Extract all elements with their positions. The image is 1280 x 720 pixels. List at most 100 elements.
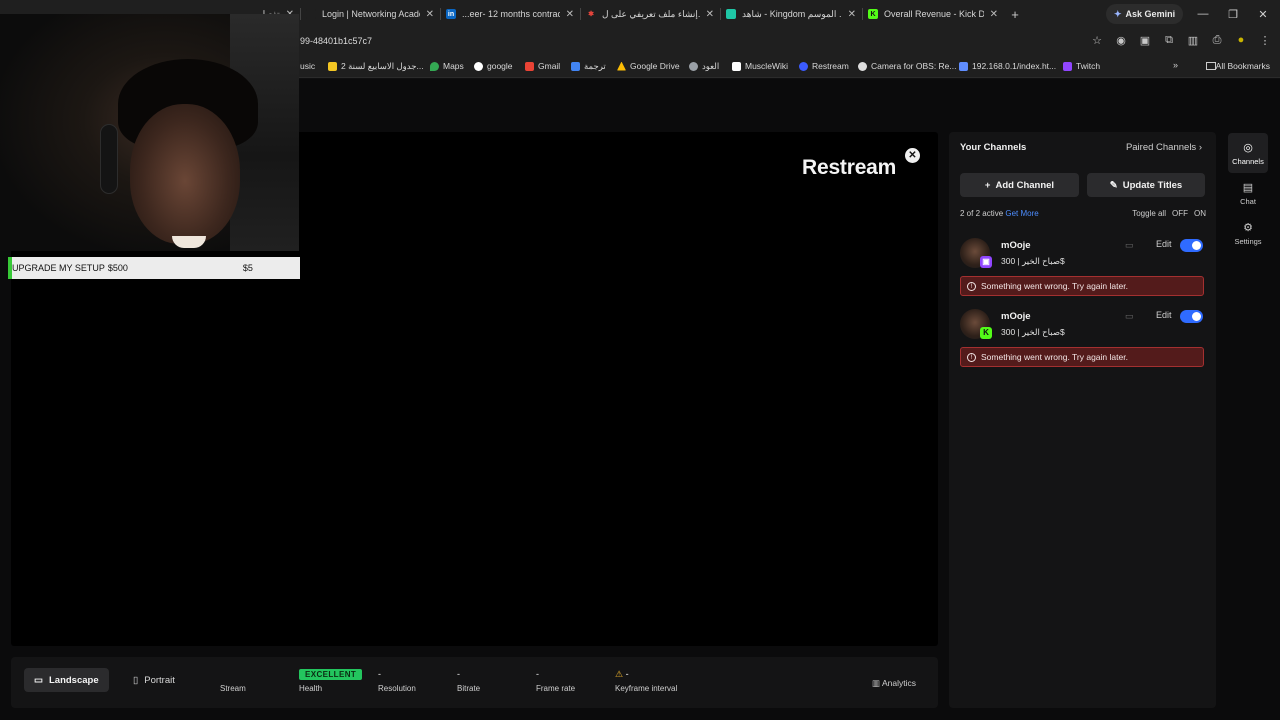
- bookmark-item[interactable]: Google Drive: [617, 61, 680, 71]
- bookmark-item[interactable]: العود: [689, 61, 719, 72]
- bookmark-item[interactable]: Restream: [799, 61, 849, 71]
- portrait-label: Portrait: [144, 674, 175, 686]
- bookmark-item[interactable]: 192.168.0.1/index.ht...: [959, 61, 1056, 71]
- bookmark-item[interactable]: Twitch: [1063, 61, 1100, 71]
- window-close-button[interactable]: ✕: [1248, 0, 1278, 28]
- trash-icon[interactable]: ▥: [1186, 34, 1200, 47]
- donation-label: UPGRADE MY SETUP: [12, 263, 105, 273]
- minimize-button[interactable]: —: [1188, 0, 1218, 28]
- headset: [100, 124, 118, 194]
- extension-icon[interactable]: ◉: [1114, 34, 1128, 47]
- analytics-button[interactable]: ▥ Analytics: [872, 678, 916, 689]
- bookmark-star-icon[interactable]: ☆: [1090, 34, 1104, 47]
- maps-icon: [430, 61, 439, 71]
- bookmark-item[interactable]: جدول الاسابيع لسنة 2...: [328, 61, 424, 72]
- toggle-on[interactable]: ON: [1194, 209, 1206, 218]
- channel-row: K mOoje صباح الخير | 300$ ▭ Edit: [960, 307, 1205, 341]
- channel-title: صباح الخير | 300$: [1001, 256, 1065, 266]
- channel-toggle[interactable]: [1180, 239, 1203, 252]
- bookmark-item[interactable]: usic: [300, 61, 315, 71]
- landscape-button[interactable]: ▭ Landscape: [24, 668, 109, 692]
- stat-label: Keyframe interval: [615, 684, 678, 693]
- bookmark-label: ترجمة: [584, 61, 606, 71]
- google-icon: [474, 61, 483, 71]
- restream-logo: Restream: [802, 156, 897, 179]
- bookmark-item[interactable]: Gmail: [525, 61, 560, 71]
- print-icon[interactable]: ⎙: [1210, 34, 1224, 47]
- nav-chat[interactable]: ▤ Chat: [1228, 173, 1268, 213]
- channel-toggle[interactable]: [1180, 310, 1203, 323]
- close-icon[interactable]: ✕: [706, 9, 714, 20]
- bookmark-item[interactable]: Camera for OBS: Re...: [858, 61, 957, 71]
- tab-arabic-profile[interactable]: ✱ إنشاء ملف تعريفي على ل... ✕: [580, 0, 720, 28]
- bookmark-label: Gmail: [538, 61, 561, 71]
- all-bookmarks-button[interactable]: All Bookmarks: [1205, 61, 1270, 71]
- chevron-right-icon[interactable]: »: [1173, 60, 1178, 70]
- bookmark-item[interactable]: Maps: [430, 61, 464, 71]
- bookmark-label: Camera for OBS: Re...: [871, 61, 957, 71]
- channel-name: mOoje: [1001, 311, 1031, 322]
- ask-gemini-button[interactable]: ✦ Ask Gemini: [1106, 4, 1184, 24]
- edit-button[interactable]: Edit: [1156, 310, 1172, 320]
- tab-shahid[interactable]: شاهد - Kingdom الموسم ... ✕: [720, 0, 862, 28]
- chevron-right-icon: ›: [1198, 142, 1202, 153]
- bookmark-label: 192.168.0.1/index.ht...: [972, 61, 1057, 71]
- close-icon[interactable]: ✕: [905, 148, 920, 163]
- tab-networking-academy[interactable]: Login | Networking Acade ✕: [300, 0, 440, 28]
- add-channel-button[interactable]: + Add Channel: [960, 173, 1079, 197]
- donation-current: $5: [242, 263, 253, 273]
- close-icon[interactable]: ✕: [566, 9, 574, 20]
- url-field[interactable]: 99-48401b1c57c7: [300, 36, 372, 46]
- gmail-icon: [525, 61, 534, 71]
- tab-kick-revenue[interactable]: K Overall Revenue - Kick Da ✕: [862, 0, 1004, 28]
- tab-linkedin[interactable]: in ...eer- 12 months contract ✕: [440, 0, 580, 28]
- puzzle-icon[interactable]: ⧉: [1162, 34, 1176, 47]
- menu-dots-icon[interactable]: ⋮: [1258, 34, 1272, 47]
- stat-value: -: [536, 669, 539, 679]
- tab-label: شاهد - Kingdom الموسم ...: [742, 8, 842, 19]
- toggle-all[interactable]: Toggle all OFF ON: [1132, 209, 1206, 218]
- update-titles-button[interactable]: ✎ Update Titles: [1087, 173, 1205, 197]
- stat-label: Frame rate: [536, 684, 576, 693]
- bookmark-item[interactable]: google: [474, 61, 513, 71]
- channel-name: mOoje: [1001, 240, 1031, 251]
- stat-value: -: [457, 669, 460, 679]
- stat-health: EXCELLENT Health: [299, 669, 363, 693]
- stat-label: Health: [299, 684, 323, 693]
- tab-label: Login | Networking Acade: [322, 9, 420, 19]
- close-icon[interactable]: ✕: [990, 9, 998, 20]
- google-drive-icon: [617, 61, 626, 71]
- close-icon[interactable]: ✕: [426, 9, 434, 20]
- translate-icon[interactable]: ▣: [1138, 34, 1152, 47]
- error-message: ! Something went wrong. Try again later.: [960, 276, 1204, 296]
- stat-stream: Stream: [220, 669, 246, 693]
- paired-channels-link[interactable]: Paired Channels ›: [1126, 142, 1202, 153]
- chat-bubble-icon[interactable]: ▭: [1125, 311, 1134, 322]
- toggle-off[interactable]: OFF: [1172, 209, 1188, 218]
- new-tab-button[interactable]: +: [1004, 7, 1026, 22]
- portrait-button[interactable]: ▯ Portrait: [123, 668, 185, 692]
- profile-avatar-icon[interactable]: ●: [1234, 34, 1248, 47]
- info-icon: !: [967, 281, 976, 291]
- ask-gemini-label: Ask Gemini: [1125, 9, 1176, 19]
- nav-channels[interactable]: ◎ Channels: [1228, 133, 1268, 173]
- edit-button[interactable]: Edit: [1156, 239, 1172, 249]
- maximize-button[interactable]: ❐: [1218, 0, 1248, 28]
- linkedin-icon: in: [446, 9, 456, 19]
- bookmark-label: google: [487, 61, 513, 71]
- bookmark-label: Restream: [812, 61, 849, 71]
- nav-settings[interactable]: ⚙ Settings: [1228, 213, 1268, 253]
- get-more-link[interactable]: Get More: [1005, 209, 1038, 218]
- tab-label: إنشاء ملف تعريفي على ل...: [602, 8, 700, 19]
- channel-title: صباح الخير | 300$: [1001, 327, 1065, 337]
- toolbar-icons: ☆ ◉ ▣ ⧉ ▥ ⎙ ● ⋮: [1090, 34, 1272, 47]
- error-message: ! Something went wrong. Try again later.: [960, 347, 1204, 367]
- tab-favicon-icon: [306, 9, 316, 19]
- bookmark-item[interactable]: ترجمة: [571, 61, 606, 72]
- smile: [172, 236, 206, 248]
- close-icon[interactable]: ✕: [848, 9, 856, 20]
- landscape-label: Landscape: [48, 674, 99, 686]
- chat-bubble-icon[interactable]: ▭: [1125, 240, 1134, 251]
- bookmark-item[interactable]: MuscleWiki: [732, 61, 788, 71]
- phone-icon: ▯: [133, 674, 139, 686]
